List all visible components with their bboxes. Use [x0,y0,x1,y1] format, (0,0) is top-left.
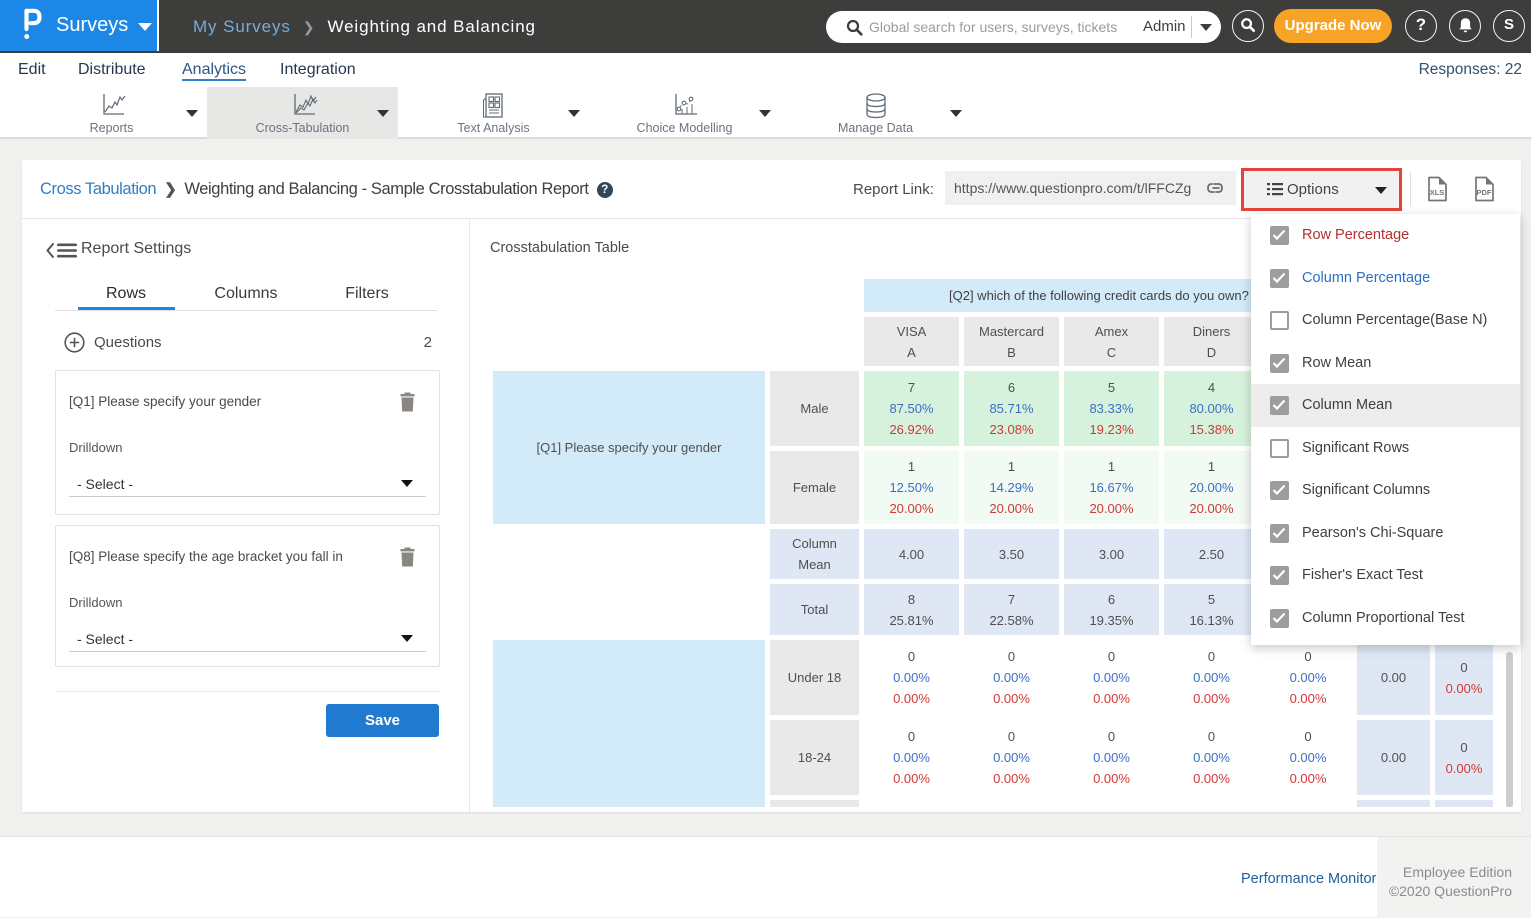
svg-text:PDF: PDF [1477,188,1492,197]
svg-text:XLS: XLS [1430,188,1445,197]
